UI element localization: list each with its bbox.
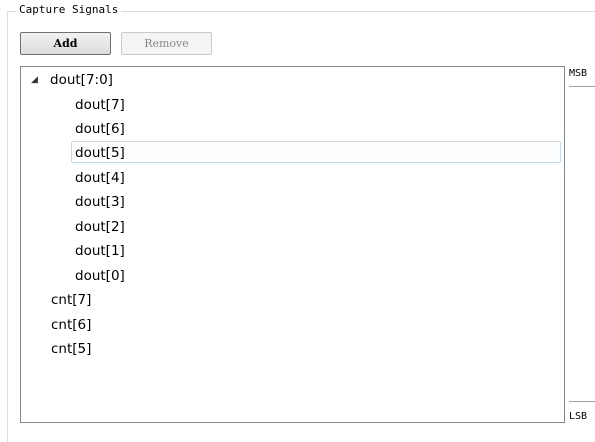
- lsb-divider: [569, 401, 595, 402]
- remove-button[interactable]: Remove: [121, 32, 212, 55]
- tree-child-dout-3[interactable]: dout[3]: [75, 191, 125, 213]
- signal-tree[interactable]: ◢ dout[7:0] dout[7] dout[6] dout[5] dout…: [20, 66, 565, 423]
- tree-child-dout-6[interactable]: dout[6]: [75, 118, 125, 140]
- tree-node-cnt-6[interactable]: cnt[6]: [51, 314, 91, 336]
- tree-node-cnt-5[interactable]: cnt[5]: [51, 338, 91, 360]
- tree-child-dout-5[interactable]: dout[5]: [71, 141, 561, 163]
- tree-child-dout-7[interactable]: dout[7]: [75, 94, 125, 116]
- tree-node-dout-bus[interactable]: ◢ dout[7:0]: [21, 69, 321, 91]
- tree-child-label: dout[5]: [75, 145, 125, 161]
- tree-child-dout-4[interactable]: dout[4]: [75, 167, 125, 189]
- tree-node-cnt-7[interactable]: cnt[7]: [51, 289, 91, 311]
- lsb-label: LSB: [569, 411, 588, 422]
- tree-child-dout-2[interactable]: dout[2]: [75, 216, 125, 238]
- collapse-triangle-icon[interactable]: ◢: [31, 73, 43, 87]
- msb-label: MSB: [569, 68, 588, 79]
- tree-child-dout-1[interactable]: dout[1]: [75, 240, 125, 262]
- tree-node-label: dout[7:0]: [50, 72, 113, 88]
- add-button[interactable]: Add: [20, 32, 111, 55]
- tree-child-dout-0[interactable]: dout[0]: [75, 265, 125, 287]
- msb-divider: [569, 86, 595, 87]
- group-title: Capture Signals: [16, 3, 122, 16]
